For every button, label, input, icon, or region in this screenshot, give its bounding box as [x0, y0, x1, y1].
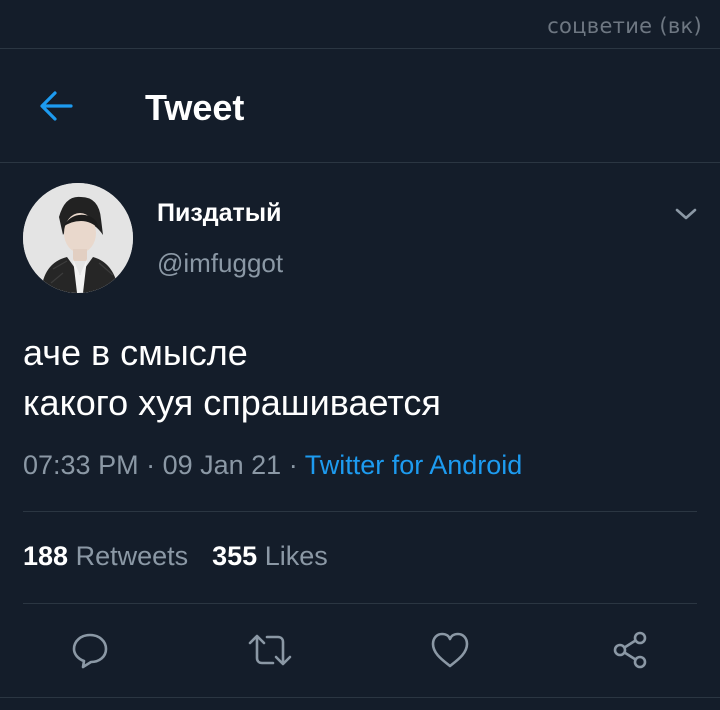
meta-separator: · — [281, 450, 305, 480]
tweet-detail-screen: соцветие (вк) Tweet Пиздатый @imfuggot а… — [0, 0, 720, 710]
stats-divider — [23, 603, 697, 604]
tweet-text-line: какого хуя спрашивается — [23, 382, 441, 423]
back-arrow-icon — [40, 91, 73, 121]
retweet-button[interactable] — [242, 626, 298, 674]
share-button[interactable] — [602, 626, 658, 674]
tweet-text-line: аче в смысле — [23, 332, 248, 373]
tweet-text: аче в смысле какого хуя спрашивается — [23, 328, 441, 428]
like-button[interactable] — [422, 626, 478, 674]
retweet-icon — [248, 634, 292, 666]
likes-label: Likes — [264, 541, 328, 571]
tweet-actions — [0, 610, 720, 690]
tweet-meta: 07:33 PM · 09 Jan 21 · Twitter for Andro… — [23, 450, 522, 481]
tweet-source-link[interactable]: Twitter for Android — [305, 450, 523, 480]
bottom-divider — [0, 697, 720, 698]
tweet-time: 07:33 PM — [23, 450, 139, 480]
retweets-stat[interactable]: 188 Retweets — [23, 541, 188, 572]
reply-icon — [72, 633, 108, 669]
author-handle[interactable]: @imfuggot — [157, 248, 283, 279]
avatar-photo — [23, 183, 133, 293]
watermark: соцветие (вк) — [547, 14, 702, 38]
share-icon — [613, 631, 647, 669]
like-icon — [431, 632, 469, 668]
tweet-options-button[interactable] — [668, 198, 704, 230]
back-button[interactable] — [30, 82, 82, 130]
reply-button[interactable] — [62, 626, 118, 674]
top-divider — [0, 48, 720, 49]
likes-stat[interactable]: 355 Likes — [212, 541, 328, 572]
chevron-down-icon — [675, 208, 697, 220]
meta-divider — [23, 511, 697, 512]
likes-count: 355 — [212, 541, 258, 571]
tweet-date: 09 Jan 21 — [162, 450, 282, 480]
avatar[interactable] — [23, 183, 133, 293]
header-divider — [0, 162, 720, 163]
retweets-label: Retweets — [75, 541, 189, 571]
page-title: Tweet — [145, 87, 245, 128]
header: Tweet — [0, 50, 720, 162]
retweets-count: 188 — [23, 541, 69, 571]
tweet-stats: 188 Retweets 355 Likes — [23, 541, 328, 572]
meta-separator: · — [138, 450, 163, 480]
author-display-name[interactable]: Пиздатый — [157, 199, 282, 228]
